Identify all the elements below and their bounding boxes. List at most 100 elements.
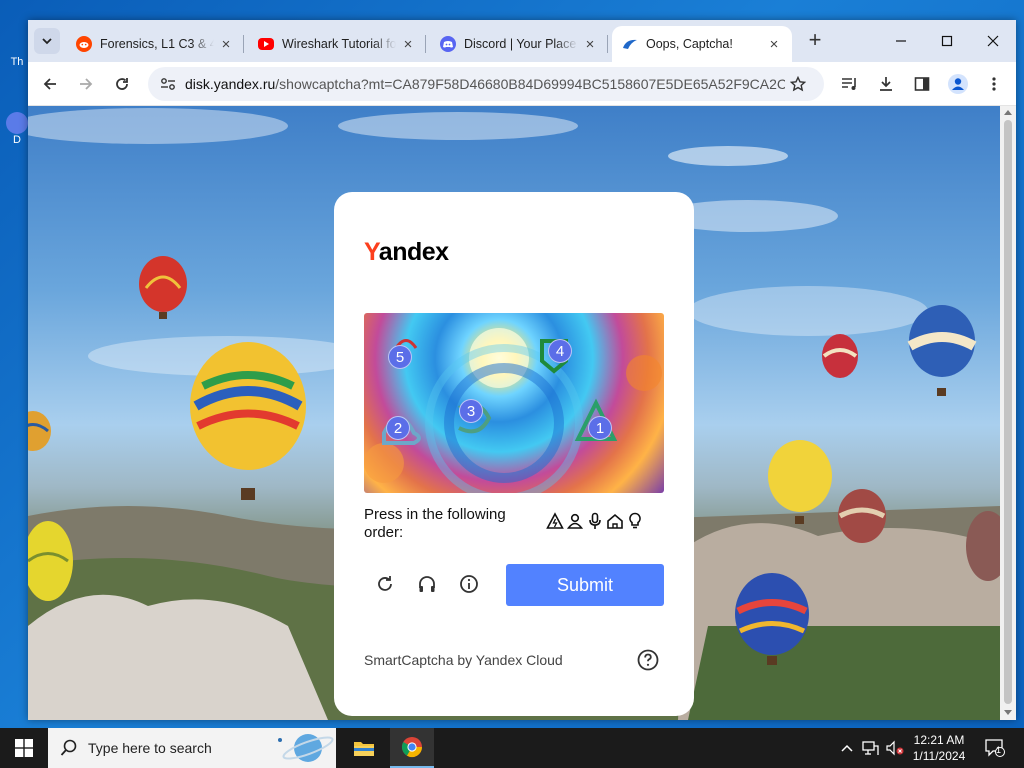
desktop-icon[interactable]: D: [4, 112, 30, 146]
refresh-captcha-button[interactable]: [373, 572, 397, 596]
chevron-down-icon: [42, 38, 52, 45]
captcha-image[interactable]: 5 4 3 2 1: [364, 313, 664, 493]
reload-button[interactable]: [108, 70, 136, 98]
scroll-up-icon[interactable]: [1004, 109, 1012, 115]
more-vertical-icon: [992, 77, 996, 91]
show-hidden-icons[interactable]: [838, 728, 856, 768]
close-icon[interactable]: ×: [218, 36, 234, 53]
url-text: disk.yandex.ru/showcaptcha?mt=CA879F58D4…: [185, 76, 785, 92]
search-icon: [60, 739, 77, 756]
house-icon: [607, 513, 623, 529]
tab-oops-captcha[interactable]: Oops, Captcha! ×: [612, 26, 792, 62]
tab-discord[interactable]: Discord | Your Place t ×: [430, 26, 608, 62]
taskbar-clock[interactable]: 12:21 AM 1/11/2024: [906, 732, 972, 764]
scrollbar-thumb[interactable]: [1004, 120, 1012, 704]
profile-button[interactable]: [944, 70, 972, 98]
yandex-logo: Yandex: [364, 238, 449, 267]
tab-title: Oops, Captcha!: [646, 37, 733, 51]
yandex-disk-icon: [622, 36, 638, 52]
forward-button[interactable]: [72, 70, 100, 98]
reload-icon: [116, 78, 128, 90]
chrome-icon: [401, 737, 423, 758]
url-host: disk.yandex.ru: [185, 76, 276, 92]
discord-icon: [440, 36, 456, 52]
taskbar-search[interactable]: Type here to search: [48, 728, 336, 768]
side-panel-icon: [914, 77, 930, 91]
desktop-icon-label: Th: [10, 56, 24, 68]
back-button[interactable]: [36, 70, 64, 98]
maximize-button[interactable]: [924, 20, 970, 62]
help-icon[interactable]: [637, 649, 659, 671]
captcha-marker-2[interactable]: 2: [386, 416, 410, 440]
notification-count: 1: [996, 745, 1002, 755]
microphone-icon: [589, 512, 601, 529]
info-button[interactable]: [457, 572, 481, 596]
download-icon: [880, 77, 892, 91]
minimize-button[interactable]: [878, 20, 924, 62]
maximize-icon: [941, 35, 953, 47]
close-icon[interactable]: ×: [582, 36, 598, 53]
person-icon: [566, 513, 584, 529]
audio-captcha-button[interactable]: [415, 572, 439, 596]
taskbar: Type here to search 12:21 AM 1/11/2024 1: [0, 728, 1024, 768]
url-path: /showcaptcha?mt=CA879F58D46680B84D69994B…: [275, 76, 785, 92]
lightbulb-icon: [629, 512, 641, 529]
captcha-marker-1[interactable]: 1: [588, 416, 612, 440]
close-icon[interactable]: ×: [400, 36, 416, 53]
tab-strip: Forensics, L1 C3 & 4 × Wireshark Tutoria…: [28, 20, 1016, 62]
close-window-button[interactable]: [970, 20, 1016, 62]
avatar-icon: [948, 74, 968, 94]
menu-button[interactable]: [980, 70, 1008, 98]
reddit-icon: [76, 36, 92, 52]
captcha-prompt: Press in the following order:: [364, 506, 506, 541]
search-placeholder: Type here to search: [88, 740, 212, 756]
captcha-card: Yandex 5 4 3 2 1 Press in the following …: [334, 192, 694, 716]
windows-icon: [15, 739, 33, 757]
balloon: [190, 342, 306, 500]
tab-forensics[interactable]: Forensics, L1 C3 & 4 ×: [66, 26, 244, 62]
notification-center[interactable]: 1: [980, 728, 1010, 768]
page-scrollbar[interactable]: [1000, 106, 1016, 720]
balloon: [28, 411, 51, 451]
arrow-right-icon: [80, 78, 93, 90]
captcha-marker-5[interactable]: 5: [388, 345, 412, 369]
address-bar[interactable]: disk.yandex.ru/showcaptcha?mt=CA879F58D4…: [148, 67, 824, 101]
site-info-icon[interactable]: [160, 77, 176, 91]
captcha-marker-3[interactable]: 3: [459, 399, 483, 423]
clock-time: 12:21 AM: [913, 733, 965, 747]
speaker-muted-icon: [886, 740, 904, 756]
taskbar-chrome[interactable]: [390, 728, 434, 768]
side-panel-button[interactable]: [908, 70, 936, 98]
info-icon: [460, 575, 478, 593]
chevron-up-icon: [841, 744, 853, 752]
desktop-icon[interactable]: Th: [4, 56, 30, 68]
tab-title: Discord | Your Place t: [464, 37, 578, 51]
tab-wireshark[interactable]: Wireshark Tutorial fo ×: [248, 26, 426, 62]
headphones-icon: [419, 576, 435, 592]
taskbar-file-explorer[interactable]: [342, 728, 386, 768]
scroll-down-icon[interactable]: [1004, 710, 1012, 716]
balloon: [822, 334, 858, 378]
captcha-marker-4[interactable]: 4: [548, 339, 572, 363]
start-button[interactable]: [0, 728, 48, 768]
balloon: [838, 489, 886, 543]
downloads-button[interactable]: [872, 70, 900, 98]
refresh-icon: [378, 576, 392, 591]
close-icon[interactable]: ×: [766, 36, 782, 53]
balloon: [768, 440, 832, 524]
tab-search-button[interactable]: [34, 28, 60, 54]
app-icon: [6, 112, 28, 134]
logo-letter-y: Y: [364, 238, 379, 266]
new-tab-button[interactable]: +: [802, 28, 828, 54]
browser-toolbar: disk.yandex.ru/showcaptcha?mt=CA879F58D4…: [28, 62, 1016, 106]
close-icon: [987, 35, 999, 47]
submit-button[interactable]: Submit: [506, 564, 664, 606]
media-controls-button[interactable]: [836, 70, 864, 98]
star-icon[interactable]: [790, 76, 806, 92]
network-status[interactable]: [860, 728, 882, 768]
order-icons: [546, 512, 644, 530]
volume-status[interactable]: [884, 728, 906, 768]
lightning-triangle-icon: [546, 512, 564, 529]
browser-window: Forensics, L1 C3 & 4 × Wireshark Tutoria…: [28, 20, 1016, 720]
tab-title: Forensics, L1 C3 & 4: [100, 37, 214, 51]
